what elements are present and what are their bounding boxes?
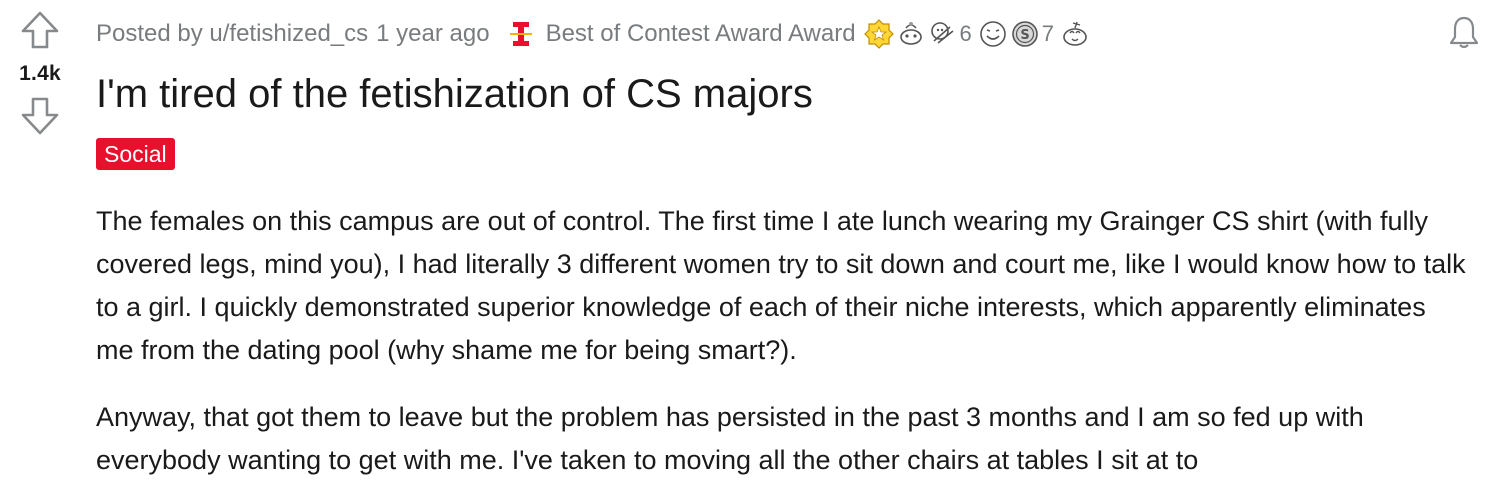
- silver-coin-award-icon[interactable]: S: [1010, 19, 1040, 49]
- notification-bell-icon: [1449, 16, 1479, 49]
- vote-column: 1.4k: [0, 8, 80, 138]
- vote-count: 1.4k: [19, 62, 61, 85]
- award-label[interactable]: Best of Contest Award Award: [546, 20, 856, 48]
- post-paragraph: The females on this campus are out of co…: [96, 206, 1466, 365]
- downvote-button[interactable]: [18, 94, 62, 138]
- post-meta: Posted by u/fetishized_cs 1 year ago Bes…: [96, 14, 1092, 54]
- upvote-arrow-icon: [21, 11, 59, 49]
- post-paragraph: Anyway, that got them to leave but the p…: [96, 402, 1364, 475]
- downvote-arrow-icon: [21, 97, 59, 135]
- post-flair[interactable]: Social: [96, 138, 175, 170]
- upvote-button[interactable]: [18, 8, 62, 52]
- svg-text:S: S: [1020, 28, 1029, 43]
- laughing-award-icon[interactable]: [978, 19, 1008, 49]
- post-title[interactable]: I'm tired of the fetishization of CS maj…: [96, 68, 813, 120]
- award-count: 6: [959, 21, 972, 46]
- posted-by-link[interactable]: Posted by u/fetishized_cs: [96, 20, 368, 48]
- post-body: The females on this campus are out of co…: [96, 200, 1466, 500]
- post-time[interactable]: 1 year ago: [376, 20, 489, 48]
- gold-award-icon[interactable]: [863, 19, 894, 49]
- award-count: 7: [1041, 21, 1055, 46]
- best-of-contest-award-icon: [506, 19, 536, 49]
- reddit-post: 1.4k Posted by u/fetishized_cs 1 year ag…: [0, 0, 1500, 500]
- notification-bell-button[interactable]: [1444, 12, 1484, 52]
- snoo-wholesome-award-icon[interactable]: [896, 19, 926, 49]
- hugz-award-icon[interactable]: [928, 19, 958, 49]
- heartwarming-award-icon[interactable]: [1060, 19, 1090, 49]
